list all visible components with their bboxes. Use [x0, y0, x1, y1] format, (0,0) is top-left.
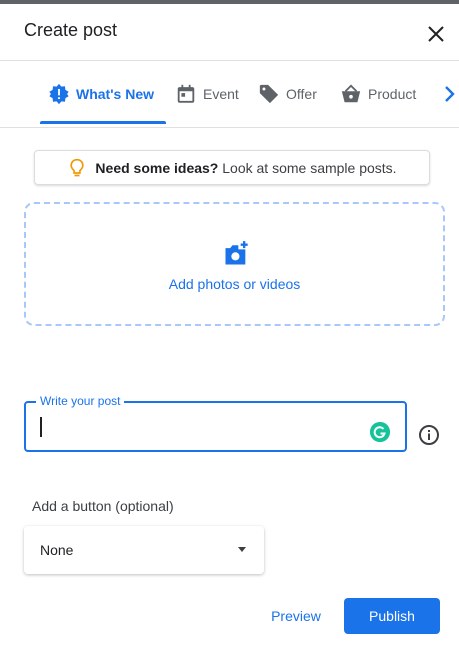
add-button-label: Add a button (optional) — [32, 498, 174, 514]
grammarly-icon[interactable] — [370, 422, 390, 442]
add-media-dropzone[interactable]: Add photos or videos — [24, 202, 445, 326]
select-value: None — [40, 542, 74, 558]
ideas-rest: Look at some sample posts. — [222, 159, 397, 176]
tab-label: What's New — [76, 86, 155, 102]
tab-product[interactable]: Product — [340, 61, 416, 127]
text-cursor — [40, 417, 42, 437]
add-media-label: Add photos or videos — [168, 276, 301, 292]
ideas-bold: Need some ideas? — [95, 159, 219, 176]
chevron-right-icon[interactable] — [438, 82, 459, 106]
tab-whats-new[interactable]: What's New — [48, 61, 154, 127]
dialog-header: Create post — [0, 4, 459, 61]
alert-badge-icon — [49, 83, 69, 105]
post-type-tabs: What's New Event Offer Product — [0, 61, 459, 128]
shopping-basket-icon — [341, 84, 361, 103]
publish-button[interactable]: Publish — [344, 598, 440, 634]
post-textarea[interactable] — [24, 401, 407, 452]
tab-event[interactable]: Event — [175, 61, 239, 127]
lightbulb-icon — [70, 158, 85, 176]
dropdown-arrow-icon — [238, 547, 246, 552]
calendar-icon — [177, 84, 195, 103]
close-icon[interactable] — [424, 22, 448, 46]
tab-offer[interactable]: Offer — [258, 61, 317, 127]
tab-label: Product — [368, 86, 417, 102]
ideas-text: Need some ideas? Look at some sample pos… — [95, 160, 396, 176]
info-icon[interactable] — [417, 423, 441, 447]
tag-icon — [259, 84, 279, 104]
preview-button[interactable]: Preview — [260, 598, 332, 634]
dialog-title: Create post — [24, 20, 118, 40]
active-tab-indicator — [40, 121, 166, 124]
button-type-select[interactable]: None — [24, 526, 264, 574]
post-field-label: Write your post — [36, 394, 125, 408]
add-photo-icon — [225, 241, 248, 265]
tab-label: Event — [203, 86, 239, 102]
sample-posts-banner[interactable]: Need some ideas? Look at some sample pos… — [34, 150, 430, 185]
tab-label: Offer — [286, 86, 317, 102]
